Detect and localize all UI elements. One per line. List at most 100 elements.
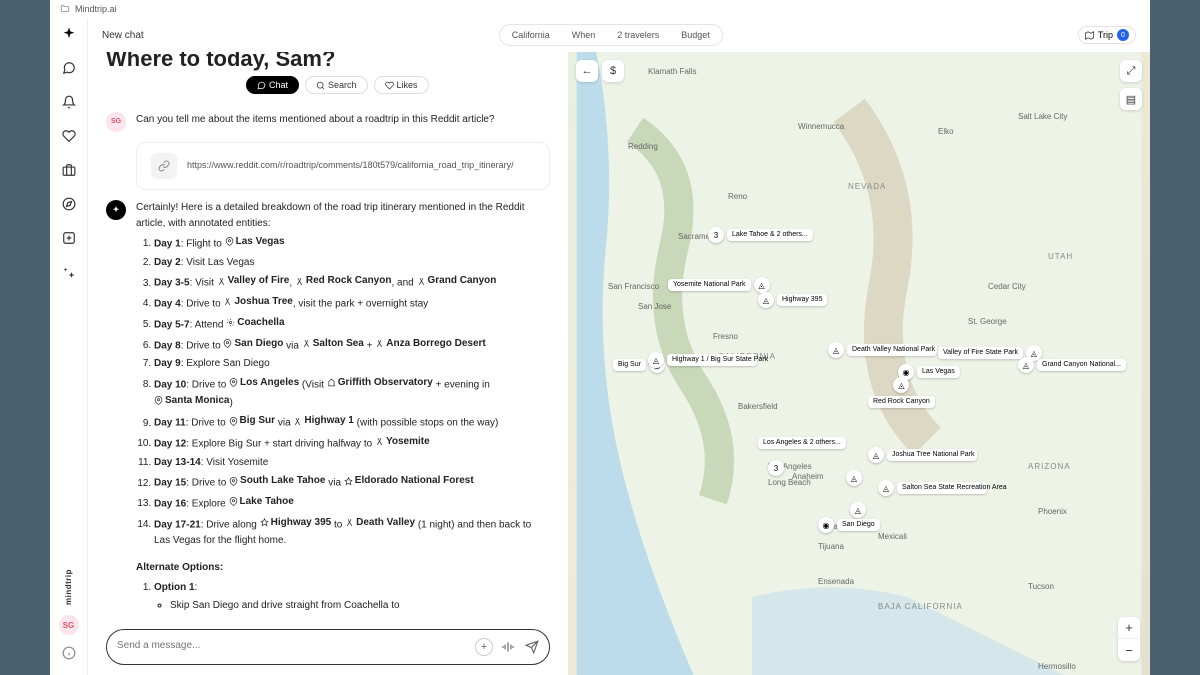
chat-bubble-icon: [257, 81, 266, 90]
day-3-5: Day 3-5: Visit Valley of Fire, Red Rock …: [154, 273, 550, 291]
trip-button[interactable]: Trip 0: [1078, 26, 1136, 44]
link-icon: [151, 153, 177, 179]
day-10: Day 10: Drive to Los Angeles (Visit Grif…: [154, 375, 550, 411]
plus-square-icon[interactable]: [61, 230, 77, 246]
compass-icon[interactable]: [61, 196, 77, 212]
poi-grand-canyon[interactable]: ◬Grand Canyon National...: [1018, 357, 1126, 373]
entity-valley-of-fire[interactable]: Valley of Fire: [217, 273, 290, 289]
entity-lake-tahoe[interactable]: Lake Tahoe: [229, 494, 294, 510]
sparkle-icon[interactable]: [61, 26, 77, 42]
voice-icon[interactable]: [501, 640, 515, 654]
sparkles-icon[interactable]: [61, 264, 77, 280]
entity-joshua-tree[interactable]: Joshua Tree: [223, 294, 292, 310]
filter-when[interactable]: When: [562, 27, 606, 43]
new-chat-link[interactable]: New chat: [102, 30, 144, 41]
day-12: Day 12: Explore Big Sur + start driving …: [154, 434, 550, 452]
filter-budget[interactable]: Budget: [671, 27, 720, 43]
poi-joshua-tree[interactable]: ◬Joshua Tree National Park: [868, 447, 977, 463]
zoom-controls: + −: [1118, 617, 1140, 661]
day-1: Day 1: Flight to Las Vegas: [154, 234, 550, 252]
ai-intro-text: Certainly! Here is a detailed breakdown …: [136, 200, 550, 231]
entity-los-angeles[interactable]: Los Angeles: [229, 375, 299, 391]
user-message: SG Can you tell me about the items menti…: [106, 112, 550, 132]
main: mindtrip SG New chat California When 2 t…: [50, 18, 1150, 675]
entity-eldorado[interactable]: Eldorado National Forest: [344, 473, 474, 489]
user-avatar[interactable]: SG: [59, 615, 79, 635]
poi-red-rock[interactable]: ◬Red Rock Canyon: [868, 377, 935, 408]
entity-griffith[interactable]: Griffith Observatory: [327, 375, 433, 391]
link-url: https://www.reddit.com/r/roadtrip/commen…: [187, 159, 514, 173]
entity-san-diego[interactable]: San Diego: [223, 336, 283, 352]
tab-row: Chat Search Likes: [246, 76, 550, 94]
poi-extra1[interactable]: ◬: [846, 470, 862, 486]
entity-south-lake-tahoe[interactable]: South Lake Tahoe: [229, 473, 325, 489]
message-input[interactable]: [117, 640, 467, 651]
alternate-heading: Alternate Options:: [136, 560, 550, 576]
app-title: Mindtrip.ai: [75, 4, 117, 14]
filter-pills: California When 2 travelers Budget: [499, 24, 723, 46]
poi-tahoe[interactable]: 3Lake Tahoe & 2 others...: [708, 227, 813, 243]
zoom-in-button[interactable]: +: [1118, 617, 1140, 639]
trip-label: Trip: [1098, 30, 1113, 40]
chat-scroll[interactable]: SG Can you tell me about the items menti…: [106, 94, 550, 675]
attach-button[interactable]: +: [475, 638, 493, 656]
poi-la-count[interactable]: 3: [768, 460, 784, 476]
entity-grand-canyon[interactable]: Grand Canyon: [417, 273, 497, 289]
tab-likes[interactable]: Likes: [374, 76, 429, 94]
entity-big-sur[interactable]: Big Sur: [229, 413, 276, 429]
filter-destination[interactable]: California: [502, 27, 560, 43]
poi-death-valley[interactable]: ◬Death Valley National Park: [828, 342, 937, 358]
sidebar: mindtrip SG: [50, 18, 88, 675]
day-13-14: Day 13-14: Visit Yosemite: [154, 455, 550, 471]
poi-yosemite[interactable]: Yosemite National Park◬: [668, 277, 770, 293]
entity-yosemite[interactable]: Yosemite: [375, 434, 430, 450]
day-5-7: Day 5-7: Attend Coachella: [154, 315, 550, 333]
day-2: Day 2: Visit Las Vegas: [154, 255, 550, 271]
day-8: Day 8: Drive to San Diego via Salton Sea…: [154, 336, 550, 354]
alternate-list: Option 1: Skip San Diego and drive strai…: [136, 580, 550, 614]
briefcase-icon[interactable]: [61, 162, 77, 178]
map-price-button[interactable]: $: [602, 60, 624, 82]
entity-las-vegas[interactable]: Las Vegas: [225, 234, 285, 250]
poi-hwy1[interactable]: ◬Highway 1 / Big Sur State Park: [648, 352, 757, 368]
day-17-21: Day 17-21: Drive along Highway 395 to De…: [154, 515, 550, 548]
heart-icon[interactable]: [61, 128, 77, 144]
poi-san-diego[interactable]: ◉San Diego: [818, 517, 880, 533]
entity-red-rock[interactable]: Red Rock Canyon: [295, 273, 392, 289]
zoom-out-button[interactable]: −: [1118, 639, 1140, 661]
entity-salton-sea[interactable]: Salton Sea: [302, 336, 364, 352]
map-icon: [1085, 31, 1094, 40]
split-view: Where to today, Sam? Chat Search Likes S…: [88, 52, 1150, 675]
poi-extra2[interactable]: ◬: [850, 502, 866, 518]
day-16: Day 16: Explore Lake Tahoe: [154, 494, 550, 512]
entity-coachella[interactable]: Coachella: [226, 315, 284, 331]
map-expand-button[interactable]: ⤢: [1120, 60, 1142, 82]
entity-highway-395[interactable]: Highway 395: [260, 515, 332, 531]
send-icon[interactable]: [525, 640, 539, 654]
info-icon[interactable]: [61, 645, 77, 661]
bell-icon[interactable]: [61, 94, 77, 110]
search-icon: [316, 81, 325, 90]
tab-chat[interactable]: Chat: [246, 76, 299, 94]
user-msg-text: Can you tell me about the items mentione…: [136, 112, 495, 132]
poi-hwy395[interactable]: ◬Highway 395: [758, 292, 827, 308]
poi-los-angeles[interactable]: Los Angeles & 2 others...: [758, 437, 846, 449]
trip-count-badge: 0: [1117, 29, 1129, 41]
map-pane[interactable]: ← $ ⤢ ▤ NEVADA CALIFORNIA UTAH ARIZONA B…: [568, 52, 1150, 675]
map-layers-button[interactable]: ▤: [1120, 88, 1142, 110]
chat-icon[interactable]: [61, 60, 77, 76]
content-area: New chat California When 2 travelers Bud…: [88, 18, 1150, 675]
tab-search[interactable]: Search: [305, 76, 368, 94]
entity-death-valley[interactable]: Death Valley: [345, 515, 415, 531]
day-9: Day 9: Explore San Diego: [154, 356, 550, 372]
filter-travelers[interactable]: 2 travelers: [607, 27, 669, 43]
hero-title: Where to today, Sam?: [106, 52, 550, 72]
entity-anza-borrego[interactable]: Anza Borrego Desert: [375, 336, 485, 352]
entity-santa-monica[interactable]: Santa Monica: [154, 393, 229, 409]
ai-avatar: [106, 200, 126, 220]
entity-highway-1[interactable]: Highway 1: [293, 413, 353, 429]
link-card[interactable]: https://www.reddit.com/r/roadtrip/commen…: [136, 142, 550, 190]
poi-salton[interactable]: ◬Salton Sea State Recreation Area: [878, 480, 987, 496]
day-4: Day 4: Drive to Joshua Tree, visit the p…: [154, 294, 550, 312]
map-back-button[interactable]: ←: [576, 60, 598, 82]
